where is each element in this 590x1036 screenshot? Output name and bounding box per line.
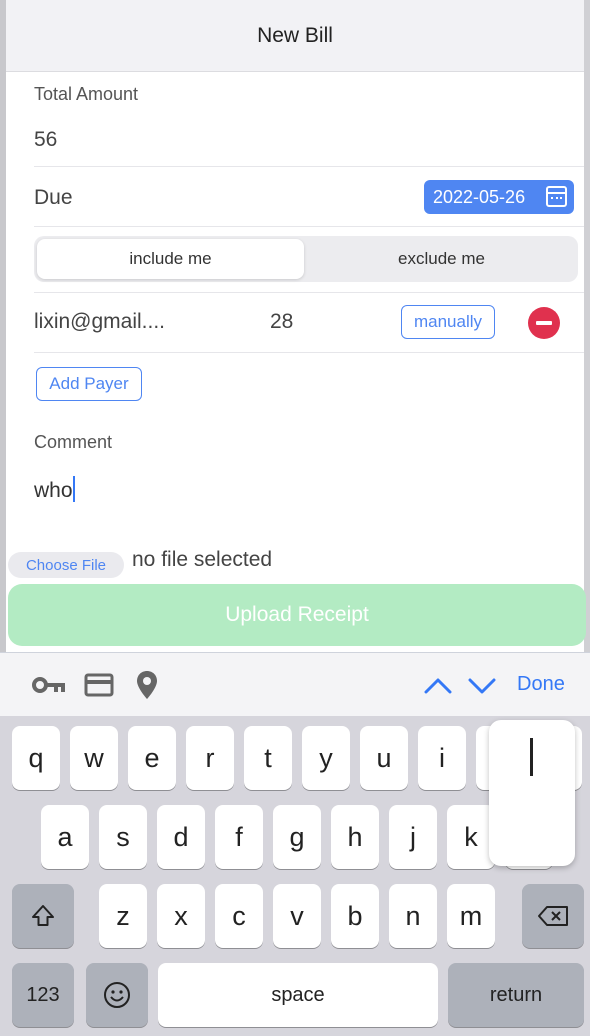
credit-card-icon[interactable]	[84, 673, 114, 697]
upload-receipt-button[interactable]: Upload Receipt	[8, 584, 586, 646]
payer-amount[interactable]: 28	[270, 310, 293, 334]
emoji-key[interactable]	[86, 963, 148, 1027]
due-date-picker[interactable]: 2022-05-26	[424, 180, 574, 214]
text-caret	[72, 476, 75, 502]
add-payer-button[interactable]: Add Payer	[36, 367, 142, 401]
key-m[interactable]: m	[447, 884, 495, 948]
new-bill-sheet: New Bill Total Amount 56 Due 2022-05-26 …	[6, 0, 586, 720]
key-f[interactable]: f	[215, 805, 263, 869]
file-status: no file selected	[132, 548, 273, 571]
divider	[34, 166, 584, 167]
backspace-key[interactable]	[522, 884, 584, 948]
key-z[interactable]: z	[99, 884, 147, 948]
payer-email: lixin@gmail....	[34, 310, 166, 333]
split-mode-button[interactable]: manually	[401, 305, 495, 339]
key-y[interactable]: y	[302, 726, 350, 790]
comment-value: who	[34, 479, 73, 502]
key-j[interactable]: j	[389, 805, 437, 869]
divider	[34, 226, 584, 227]
divider	[34, 352, 584, 353]
comment-input[interactable]: who	[34, 476, 75, 503]
key-c[interactable]: c	[215, 884, 263, 948]
key-s[interactable]: s	[99, 805, 147, 869]
key-icon[interactable]	[32, 677, 66, 693]
comment-label: Comment	[34, 432, 113, 452]
key-u[interactable]: u	[360, 726, 408, 790]
key-g[interactable]: g	[273, 805, 321, 869]
done-button[interactable]: Done	[517, 673, 565, 696]
key-x[interactable]: x	[157, 884, 205, 948]
key-k[interactable]: k	[447, 805, 495, 869]
segment-exclude-me[interactable]: exclude me	[308, 239, 575, 279]
keyboard-accessory-bar: Done	[0, 652, 590, 716]
key-d[interactable]: d	[157, 805, 205, 869]
backspace-icon	[538, 906, 568, 926]
choose-file-button[interactable]: Choose File	[8, 552, 124, 578]
emoji-icon	[104, 982, 130, 1008]
file-picker-row: Choose File no file selected	[6, 546, 584, 582]
location-pin-icon[interactable]	[136, 670, 158, 700]
shift-arrow-icon	[32, 905, 54, 926]
shift-key[interactable]	[12, 884, 74, 948]
include-exclude-segmented-control: include me exclude me	[34, 236, 578, 282]
key-v[interactable]: v	[273, 884, 321, 948]
remove-payer-button[interactable]	[528, 307, 560, 339]
key-q[interactable]: q	[12, 726, 60, 790]
divider	[34, 292, 584, 293]
key-i[interactable]: i	[418, 726, 466, 790]
space-key[interactable]: space	[158, 963, 438, 1027]
key-h[interactable]: h	[331, 805, 379, 869]
key-e[interactable]: e	[128, 726, 176, 790]
key-n[interactable]: n	[389, 884, 437, 948]
key-preview-char	[530, 738, 533, 776]
key-preview-popup	[489, 720, 575, 866]
key-w[interactable]: w	[70, 726, 118, 790]
key-t[interactable]: t	[244, 726, 292, 790]
numbers-key[interactable]: 123	[12, 963, 74, 1027]
total-amount-label: Total Amount	[34, 84, 139, 104]
calendar-icon	[546, 186, 567, 207]
chevron-up-icon[interactable]	[424, 677, 452, 695]
segment-include-me[interactable]: include me	[37, 239, 304, 279]
chevron-down-icon[interactable]	[468, 677, 496, 695]
nav-bar: New Bill	[6, 0, 584, 72]
total-amount-input[interactable]: 56	[34, 128, 57, 152]
key-b[interactable]: b	[331, 884, 379, 948]
key-r[interactable]: r	[186, 726, 234, 790]
page-title: New Bill	[257, 23, 333, 47]
due-date-value: 2022-05-26	[433, 186, 526, 207]
return-key[interactable]: return	[448, 963, 584, 1027]
due-label: Due	[34, 186, 73, 209]
key-a[interactable]: a	[41, 805, 89, 869]
